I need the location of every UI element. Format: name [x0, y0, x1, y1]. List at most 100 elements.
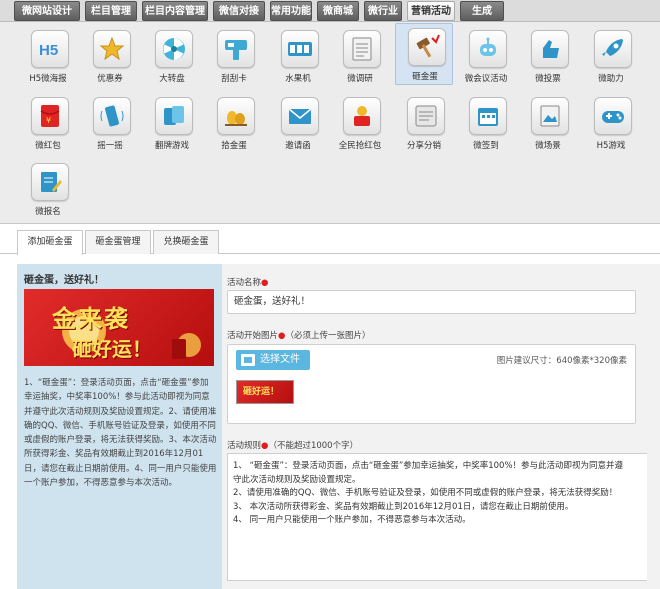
preview-description: 1、“砸金蛋”：登录活动页面，点击“砸金蛋”参加幸运抽奖，中奖率100%！参与此… [24, 378, 217, 489]
star-icon [93, 30, 131, 68]
tile-label: 邀请函 [285, 141, 311, 151]
choose-file-button[interactable]: 选择文件 [236, 350, 310, 370]
rules-line: 2、请使用准确的QQ、微信、手机账号验证及登录，如使用不同或虚假的账户登录，将无… [233, 488, 618, 498]
rules-line: 1、 “砸金蛋”：登录活动页面，点击“砸金蛋”参加幸运抽奖，中奖率100%！参与… [233, 461, 624, 471]
tile-vote[interactable]: 微投票 [519, 26, 577, 88]
tile-meeting[interactable]: 微会议活动 [457, 26, 515, 88]
survey-icon [343, 30, 381, 68]
top-nav: 微网站设计 栏目管理 栏目内容管理 微信对接 常用功能 微商城 微行业 营销活动… [0, 0, 660, 37]
subtab-redeem[interactable]: 兑换砸金蛋 [153, 230, 219, 254]
tile-grab-envelope[interactable]: 全民抢红包 [331, 93, 389, 155]
tile-label: 微投票 [535, 74, 561, 84]
tile-survey[interactable]: 微调研 [331, 26, 389, 88]
tile-checkin[interactable]: 微签到 [457, 93, 515, 155]
invitation-icon [281, 97, 319, 135]
activity-preview: 砸金蛋，送好礼！ 金来袭 砸好运！ 1、“砸金蛋”：登录活动页面，点击“砸金蛋”… [17, 264, 222, 589]
tile-label: H5微海报 [29, 74, 67, 84]
hammer-icon [408, 28, 446, 66]
image-upload-box: 选择文件 图片建议尺寸：640像素*320像素 砸好运！ [227, 344, 636, 424]
scratch-card-icon [217, 30, 255, 68]
cards-icon [155, 97, 193, 135]
tab-micro-industry[interactable]: 微行业 [364, 1, 402, 21]
robot-icon [469, 30, 507, 68]
gamepad-icon [594, 97, 632, 135]
tile-label: 摇一摇 [97, 141, 123, 151]
tile-label: 刮刮卡 [221, 74, 247, 84]
tile-shake[interactable]: 摇一摇 [81, 93, 139, 155]
activity-form: 活动名称● 砸金蛋，送好礼！ 活动开始图片●（必须上传一张图片） 选择文件 图片… [222, 264, 660, 589]
tab-marketing[interactable]: 营销活动 [407, 1, 455, 21]
red-envelope-icon: ¥ [31, 97, 69, 135]
tile-smash-egg[interactable]: 砸金蛋 [395, 23, 453, 85]
tile-pick-eggs[interactable]: 拾金蛋 [205, 93, 263, 155]
tile-label: 水果机 [285, 74, 311, 84]
tile-fruit-machine[interactable]: 水果机 [269, 26, 327, 88]
gold-eggs-icon [217, 97, 255, 135]
svg-text:H5: H5 [39, 42, 58, 59]
tile-label: 全民抢红包 [338, 141, 382, 151]
slot-machine-icon [281, 30, 319, 68]
tile-boost[interactable]: 微助力 [582, 26, 640, 88]
tile-signup[interactable]: 微报名 [19, 159, 77, 221]
tile-wheel[interactable]: 大转盘 [143, 26, 201, 88]
tile-coupon[interactable]: 优惠券 [81, 26, 139, 88]
tile-label: 拾金蛋 [221, 141, 247, 151]
h5-icon: H5 [31, 30, 69, 68]
vote-icon [531, 30, 569, 68]
rules-label: 活动规则●（不能超过1000个字） [227, 441, 359, 451]
tile-h5-game[interactable]: H5游戏 [582, 93, 640, 155]
tile-label: 微会议活动 [464, 74, 508, 84]
tile-label: 微签到 [473, 141, 499, 151]
image-size-hint: 图片建议尺寸：640像素*320像素 [496, 356, 627, 366]
preview-title: 砸金蛋，送好礼！ [24, 275, 104, 286]
subtab-add[interactable]: 添加砸金蛋 [17, 230, 83, 255]
rules-line: 守此次活动规则及奖励设置规定。 [233, 474, 361, 485]
uploaded-image-thumbnail[interactable]: 砸好运！ [236, 380, 294, 404]
grab-envelope-icon [343, 97, 381, 135]
tab-micro-mall[interactable]: 微商城 [317, 1, 359, 21]
tile-label: 微红包 [35, 141, 61, 151]
tile-h5-poster[interactable]: H5 H5微海报 [19, 26, 77, 88]
tile-label: 大转盘 [159, 74, 185, 84]
tile-label: 微助力 [598, 74, 624, 84]
tile-share[interactable]: 分享分销 [395, 93, 453, 155]
tile-label: H5游戏 [596, 141, 626, 151]
tile-label: 翻牌游戏 [154, 141, 189, 151]
tab-generate-app[interactable]: 生成APP [460, 1, 504, 37]
banner-subline: 砸好运！ [72, 337, 152, 361]
share-icon [407, 97, 445, 135]
sub-tabs: 添加砸金蛋 砸金蛋管理 兑换砸金蛋 [0, 224, 660, 255]
tab-column-content[interactable]: 栏目内容管理 [142, 1, 208, 21]
scene-icon [531, 97, 569, 135]
subtab-manage[interactable]: 砸金蛋管理 [85, 230, 151, 254]
image-icon [241, 354, 255, 366]
wheel-icon [155, 30, 193, 68]
activity-name-input[interactable]: 砸金蛋，送好礼！ [227, 290, 636, 314]
rules-line: 3、 本次活动所获得彩金、奖品有效期截止到2016年12月01日，请您在截止日期… [233, 501, 574, 512]
image-label: 活动开始图片●（必须上传一张图片） [227, 331, 371, 341]
preview-banner: 金来袭 砸好运！ [24, 289, 214, 366]
tile-flip-cards[interactable]: 翻牌游戏 [143, 93, 201, 155]
shake-icon [93, 97, 131, 135]
signup-icon [31, 163, 69, 201]
tile-scratch-card[interactable]: 刮刮卡 [205, 26, 263, 88]
tab-site-design[interactable]: 微网站设计 [14, 1, 80, 21]
tile-label: 优惠券 [97, 74, 123, 84]
rules-textarea[interactable]: 1、 “砸金蛋”：登录活动页面，点击“砸金蛋”参加幸运抽奖，中奖率100%！参与… [227, 453, 647, 581]
tile-label: 微场景 [535, 141, 561, 151]
rocket-icon [594, 30, 632, 68]
calendar-icon [469, 97, 507, 135]
tile-red-envelope[interactable]: ¥ 微红包 [19, 93, 77, 155]
tile-scene[interactable]: 微场景 [519, 93, 577, 155]
tile-label: 分享分销 [406, 141, 441, 151]
tab-common-functions[interactable]: 常用功能 [270, 1, 312, 21]
name-label: 活动名称● [227, 278, 269, 288]
banner-headline: 金来袭 [52, 305, 130, 333]
tile-invitation[interactable]: 邀请函 [269, 93, 327, 155]
svg-text:¥: ¥ [46, 116, 51, 125]
tile-label: 微报名 [35, 207, 61, 217]
tile-label: 砸金蛋 [412, 72, 438, 82]
tab-column-manage[interactable]: 栏目管理 [85, 1, 137, 21]
rules-line: 4、 同一用户只能使用一个账户参加，不得恶意参与本次活动。 [233, 515, 471, 525]
tab-wechat-connect[interactable]: 微信对接 [213, 1, 265, 21]
